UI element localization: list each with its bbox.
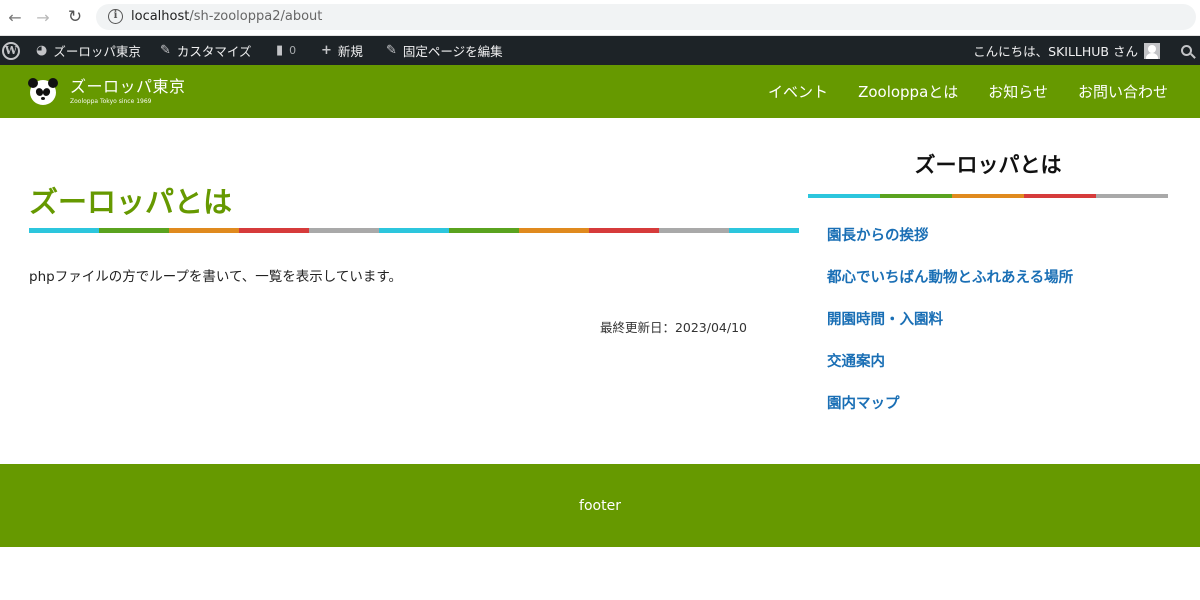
comment-count: 0 bbox=[289, 44, 297, 57]
admin-site-name-label: ズーロッパ東京 bbox=[53, 44, 141, 59]
admin-new[interactable]: + 新規 bbox=[321, 36, 363, 65]
forward-arrow-icon[interactable]: → bbox=[32, 6, 54, 28]
stripe-segment bbox=[659, 228, 729, 233]
admin-search[interactable] bbox=[1181, 36, 1192, 65]
nav-item-news[interactable]: お知らせ bbox=[988, 81, 1048, 102]
last-updated: 最終更新日：2023/04/10 bbox=[599, 320, 747, 335]
admin-edit-page-label: 固定ページを編集 bbox=[402, 44, 503, 59]
list-item: 都心でいちばん動物とふれあえる場所 bbox=[827, 266, 1168, 308]
stripe-segment bbox=[99, 228, 169, 233]
sidebar-link-map[interactable]: 園内マップ bbox=[827, 396, 900, 412]
dashboard-icon: ◕ bbox=[36, 43, 48, 58]
avatar bbox=[1144, 42, 1160, 59]
site-footer: footer bbox=[0, 464, 1200, 547]
sidebar-divider bbox=[808, 194, 1168, 198]
search-icon bbox=[1181, 45, 1192, 56]
plus-icon: + bbox=[321, 43, 332, 58]
list-item: 園内マップ bbox=[827, 392, 1168, 434]
sidebar: ズーロッパとは 園長からの挨拶 都心でいちばん動物とふれあえる場所 開園時間・入… bbox=[808, 118, 1168, 434]
stripe-segment bbox=[309, 228, 379, 233]
info-icon[interactable]: i bbox=[108, 9, 123, 24]
title-divider bbox=[29, 228, 799, 233]
nav-item-contact[interactable]: お問い合わせ bbox=[1078, 81, 1168, 102]
reload-icon[interactable]: ↻ bbox=[64, 6, 86, 28]
admin-customize[interactable]: ✎ カスタマイズ bbox=[160, 36, 252, 65]
list-item: 園長からの挨拶 bbox=[827, 224, 1168, 266]
panda-logo-icon bbox=[28, 77, 58, 107]
admin-edit-page[interactable]: ✎ 固定ページを編集 bbox=[386, 36, 503, 65]
footer-text: footer bbox=[579, 497, 621, 514]
stripe-segment bbox=[1024, 194, 1096, 198]
url-path: /sh-zooloppa2/about bbox=[189, 9, 323, 24]
sidebar-link-contact-animals[interactable]: 都心でいちばん動物とふれあえる場所 bbox=[827, 270, 1073, 286]
list-item: 開園時間・入園料 bbox=[827, 308, 1168, 350]
comment-icon: ▮ bbox=[276, 43, 284, 58]
wp-logo-menu[interactable]: W bbox=[2, 36, 20, 65]
address-bar[interactable]: i localhost/sh-zooloppa2/about bbox=[96, 4, 1196, 30]
stripe-segment bbox=[29, 228, 99, 233]
site-tagline: Zooloppa Tokyo since 1969 bbox=[70, 98, 152, 105]
page-body-text: phpファイルの方でループを書いて、一覧を表示しています。 bbox=[29, 269, 403, 285]
site-logo[interactable]: ズーロッパ東京 Zooloppa Tokyo since 1969 bbox=[28, 77, 186, 107]
admin-new-label: 新規 bbox=[337, 44, 363, 59]
stripe-segment bbox=[379, 228, 449, 233]
list-item: 交通案内 bbox=[827, 350, 1168, 392]
pencil-icon: ✎ bbox=[386, 43, 397, 58]
wordpress-icon: W bbox=[2, 41, 20, 60]
browser-toolbar: ← → ↻ i localhost/sh-zooloppa2/about bbox=[0, 0, 1200, 36]
main-nav: イベント Zooloppaとは お知らせ お問い合わせ bbox=[768, 65, 1168, 118]
admin-greeting: こんにちは、SKILLHUB さん bbox=[973, 44, 1138, 59]
wp-admin-bar: W ◕ ズーロッパ東京 ✎ カスタマイズ ▮ 0 + 新規 ✎ 固定ページを編集… bbox=[0, 36, 1200, 65]
stripe-segment bbox=[880, 194, 952, 198]
sidebar-link-greeting[interactable]: 園長からの挨拶 bbox=[827, 228, 929, 244]
main-content: ズーロッパとは phpファイルの方でループを書いて、一覧を表示しています。 最終… bbox=[29, 118, 799, 336]
admin-account[interactable]: こんにちは、SKILLHUB さん bbox=[973, 36, 1160, 65]
stripe-segment bbox=[952, 194, 1024, 198]
stripe-segment bbox=[729, 228, 799, 233]
stripe-segment bbox=[1096, 194, 1168, 198]
site-branding: ズーロッパ東京 Zooloppa Tokyo since 1969 bbox=[70, 77, 186, 106]
back-arrow-icon[interactable]: ← bbox=[4, 6, 26, 28]
url-text[interactable]: localhost/sh-zooloppa2/about bbox=[131, 9, 322, 24]
admin-comments[interactable]: ▮ 0 bbox=[276, 36, 296, 65]
stripe-segment bbox=[808, 194, 880, 198]
admin-customize-label: カスタマイズ bbox=[176, 44, 252, 59]
stripe-segment bbox=[239, 228, 309, 233]
stripe-segment bbox=[449, 228, 519, 233]
stripe-segment bbox=[169, 228, 239, 233]
sidebar-links: 園長からの挨拶 都心でいちばん動物とふれあえる場所 開園時間・入園料 交通案内 … bbox=[808, 224, 1168, 434]
sidebar-title: ズーロッパとは bbox=[914, 153, 1062, 177]
admin-site-name[interactable]: ◕ ズーロッパ東京 bbox=[36, 36, 141, 65]
stripe-segment bbox=[589, 228, 659, 233]
nav-item-event[interactable]: イベント bbox=[768, 81, 828, 102]
site-header: ズーロッパ東京 Zooloppa Tokyo since 1969 イベント Z… bbox=[0, 65, 1200, 118]
page-title: ズーロッパとは bbox=[29, 185, 233, 219]
url-host: localhost bbox=[131, 9, 190, 24]
sidebar-link-access[interactable]: 交通案内 bbox=[827, 354, 885, 370]
nav-item-about[interactable]: Zooloppaとは bbox=[858, 81, 958, 102]
brush-icon: ✎ bbox=[160, 43, 171, 58]
sidebar-link-hours-fees[interactable]: 開園時間・入園料 bbox=[827, 312, 943, 328]
stripe-segment bbox=[519, 228, 589, 233]
site-title: ズーロッパ東京 bbox=[70, 77, 186, 96]
